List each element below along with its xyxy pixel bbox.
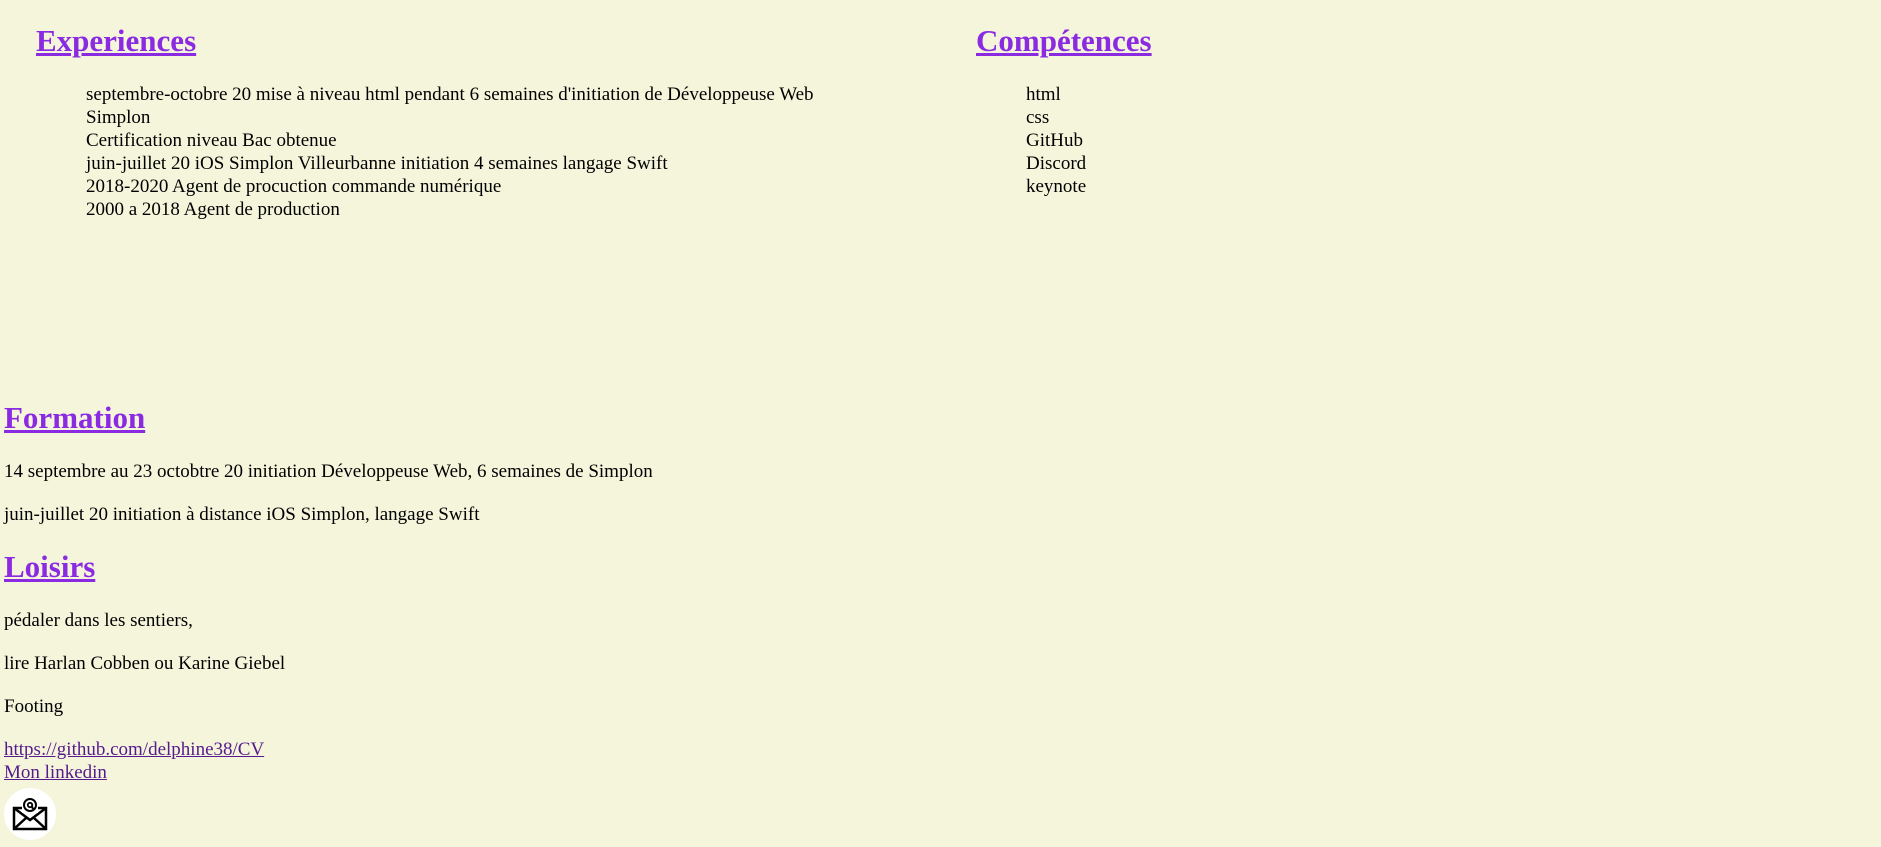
experiences-heading: Experiences <box>36 23 197 58</box>
loisirs-heading: Loisirs <box>4 549 96 584</box>
envelope-at-icon <box>12 798 48 831</box>
loisirs-item: lire Harlan Cobben ou Karine Giebel <box>4 653 286 674</box>
experiences-list: septembre-octobre 20 mise à niveau html … <box>86 83 866 221</box>
list-item: Discord <box>1026 153 1087 174</box>
formation-item: 14 septembre au 23 octobtre 20 initiatio… <box>4 461 653 482</box>
loisirs-item: Footing <box>4 696 64 717</box>
list-item: GitHub <box>1026 130 1083 151</box>
list-item: html <box>1026 84 1061 105</box>
list-item: juin-juillet 20 iOS Simplon Villeurbanne… <box>86 153 668 174</box>
list-item: Certification niveau Bac obtenue <box>86 130 337 151</box>
loisirs-item: pédaler dans les sentiers, <box>4 610 193 631</box>
github-link[interactable]: https://github.com/delphine38/CV <box>4 738 264 761</box>
formation-heading: Formation <box>4 400 146 435</box>
formation-item: juin-juillet 20 initiation à distance iO… <box>4 504 480 525</box>
linkedin-link[interactable]: Mon linkedin <box>4 761 107 784</box>
mail-button[interactable] <box>4 788 56 840</box>
list-item: septembre-octobre 20 mise à niveau html … <box>86 84 814 128</box>
list-item: 2018-2020 Agent de procuction commande n… <box>86 176 502 197</box>
list-item: keynote <box>1026 176 1087 197</box>
competences-heading: Compétences <box>976 23 1152 58</box>
competences-list: html css GitHub Discord keynote <box>1026 83 1326 198</box>
list-item: 2000 a 2018 Agent de production <box>86 199 340 220</box>
list-item: css <box>1026 107 1050 128</box>
